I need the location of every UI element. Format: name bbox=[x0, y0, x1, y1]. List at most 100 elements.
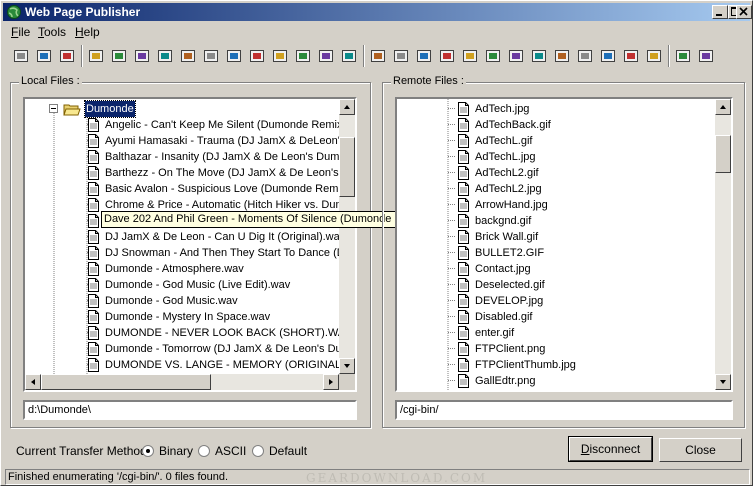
open-folder-tool-button[interactable] bbox=[86, 45, 106, 67]
remote-file-icon bbox=[458, 182, 469, 196]
scroll-down-button[interactable] bbox=[339, 358, 355, 374]
remote-file-icon bbox=[458, 326, 469, 340]
local-hscroll-thumb[interactable] bbox=[41, 374, 211, 390]
remote-file-list[interactable]: AdTech.jpg AdTechBack.gif AdTechL.gif AdTec… bbox=[395, 97, 733, 392]
refresh-tool-button[interactable] bbox=[316, 45, 336, 67]
menu-file[interactable]: File bbox=[11, 25, 30, 39]
local-path-field[interactable]: d:\Dumonde\ bbox=[23, 400, 357, 420]
arrow-icon bbox=[135, 50, 149, 62]
remote-file-icon bbox=[458, 198, 469, 212]
book-tool-button[interactable] bbox=[673, 45, 693, 67]
title-bar[interactable]: Web Page Publisher bbox=[3, 3, 750, 21]
remote-file-icon bbox=[458, 358, 469, 372]
remote-file-icon bbox=[458, 150, 469, 164]
scroll-corner bbox=[339, 374, 355, 390]
info-tool-button[interactable] bbox=[696, 45, 716, 67]
disconnect-label: isconnect bbox=[589, 442, 641, 456]
menu-help[interactable]: Help bbox=[75, 25, 100, 39]
folder-up-tool-button[interactable] bbox=[552, 45, 572, 67]
scroll-left-button[interactable] bbox=[25, 374, 41, 390]
local-file-name: Ayumi Hamasaki - Trauma (DJ JamX & DeLeo… bbox=[105, 135, 339, 147]
options-tool-button[interactable] bbox=[339, 45, 359, 67]
disconnect-button[interactable]: Disconnect bbox=[568, 436, 653, 462]
drive-icon bbox=[486, 50, 500, 62]
properties-tool-button[interactable] bbox=[155, 45, 175, 67]
local-file-name: Dumonde - Atmosphere.wav bbox=[105, 263, 244, 275]
remote-scroll-down-button[interactable] bbox=[715, 374, 731, 390]
arrow-up-icon bbox=[344, 105, 350, 109]
settings-tool-button[interactable] bbox=[178, 45, 198, 67]
tools-tool-button[interactable] bbox=[391, 45, 411, 67]
help-tool-button[interactable] bbox=[598, 45, 618, 67]
radio-binary-label[interactable]: Binary bbox=[159, 444, 193, 458]
menu-tools[interactable]: Tools bbox=[38, 25, 66, 39]
copy-tool-button[interactable] bbox=[270, 45, 290, 67]
arrow-tool-button[interactable] bbox=[132, 45, 152, 67]
recycle-tool-button[interactable] bbox=[224, 45, 244, 67]
local-file-tree[interactable]: Dumonde Angelic - Can't Keep Me Silent (… bbox=[23, 97, 357, 392]
tree-branch bbox=[448, 124, 456, 125]
close-window-button[interactable] bbox=[736, 5, 752, 19]
radio-ascii[interactable] bbox=[198, 445, 210, 457]
remote-vscroll[interactable] bbox=[715, 99, 731, 390]
diamond-tool-button[interactable] bbox=[437, 45, 457, 67]
close-button[interactable]: Close bbox=[659, 438, 742, 462]
move-tool-button[interactable] bbox=[460, 45, 480, 67]
local-file-name: Angelic - Can't Keep Me Silent (Dumonde … bbox=[105, 119, 339, 131]
book-icon bbox=[676, 50, 690, 62]
disconnect-icon bbox=[37, 50, 51, 62]
delete-icon bbox=[532, 50, 546, 62]
web-icon bbox=[624, 50, 638, 62]
toolbar-separator bbox=[363, 45, 365, 67]
radio-ascii-label[interactable]: ASCII bbox=[215, 444, 246, 458]
local-file-name: DUMONDE VS. LANGE - MEMORY (ORIGINAL VER… bbox=[105, 359, 339, 371]
scroll-up-button[interactable] bbox=[339, 99, 355, 115]
web-tool-button[interactable] bbox=[621, 45, 641, 67]
tree-branch bbox=[448, 204, 456, 205]
remote-path-field[interactable]: /cgi-bin/ bbox=[395, 400, 733, 420]
local-file-name: DJ JamX & De Leon - Can U Dig It (Origin… bbox=[105, 231, 339, 243]
tree-branch bbox=[448, 140, 456, 141]
move-icon bbox=[463, 50, 477, 62]
copy-pages-tool-button[interactable] bbox=[201, 45, 221, 67]
remote-file-icon bbox=[458, 102, 469, 116]
tree-branch bbox=[448, 252, 456, 253]
local-file-name: Dumonde - God Music (Live Edit).wav bbox=[105, 279, 291, 291]
scroll-right-button[interactable] bbox=[323, 374, 339, 390]
remote-file-icon bbox=[458, 342, 469, 356]
properties-icon bbox=[158, 50, 172, 62]
radio-default-label[interactable]: Default bbox=[269, 444, 307, 458]
local-vscroll-thumb[interactable] bbox=[339, 137, 355, 197]
arrow-down-icon bbox=[720, 380, 726, 384]
folder-open-icon bbox=[63, 104, 81, 116]
local-vscroll[interactable] bbox=[339, 99, 355, 390]
network-tool-button[interactable] bbox=[506, 45, 526, 67]
refresh-remote-tool-button[interactable] bbox=[575, 45, 595, 67]
new-folder-tool-button[interactable] bbox=[414, 45, 434, 67]
settings-icon bbox=[181, 50, 195, 62]
paste-tool-button[interactable] bbox=[293, 45, 313, 67]
wav-file-icon bbox=[88, 294, 99, 308]
radio-default[interactable] bbox=[252, 445, 264, 457]
drive-tool-button[interactable] bbox=[483, 45, 503, 67]
watermark: GEARDOWNLOAD.COM bbox=[306, 471, 488, 485]
tree-branch bbox=[448, 300, 456, 301]
delete-tool-button[interactable] bbox=[529, 45, 549, 67]
edit-tool-button[interactable] bbox=[109, 45, 129, 67]
tree-branch bbox=[448, 172, 456, 173]
radio-binary[interactable] bbox=[142, 445, 154, 457]
disconnect-tool-button[interactable] bbox=[34, 45, 54, 67]
refresh-remote-icon bbox=[578, 50, 592, 62]
connect-tool-button[interactable] bbox=[11, 45, 31, 67]
remote-vscroll-thumb[interactable] bbox=[715, 135, 731, 173]
minimize-button[interactable] bbox=[712, 5, 728, 19]
cut-tool-button[interactable] bbox=[247, 45, 267, 67]
local-hscroll[interactable] bbox=[25, 374, 339, 390]
folder-tool-button[interactable] bbox=[368, 45, 388, 67]
window-tool-button[interactable] bbox=[57, 45, 77, 67]
remote-file-name: AdTechL2.jpg bbox=[475, 183, 542, 195]
settings-remote-tool-button[interactable] bbox=[644, 45, 664, 67]
toolbar bbox=[5, 43, 750, 71]
tree-branch bbox=[448, 380, 456, 381]
remote-scroll-up-button[interactable] bbox=[715, 99, 731, 115]
